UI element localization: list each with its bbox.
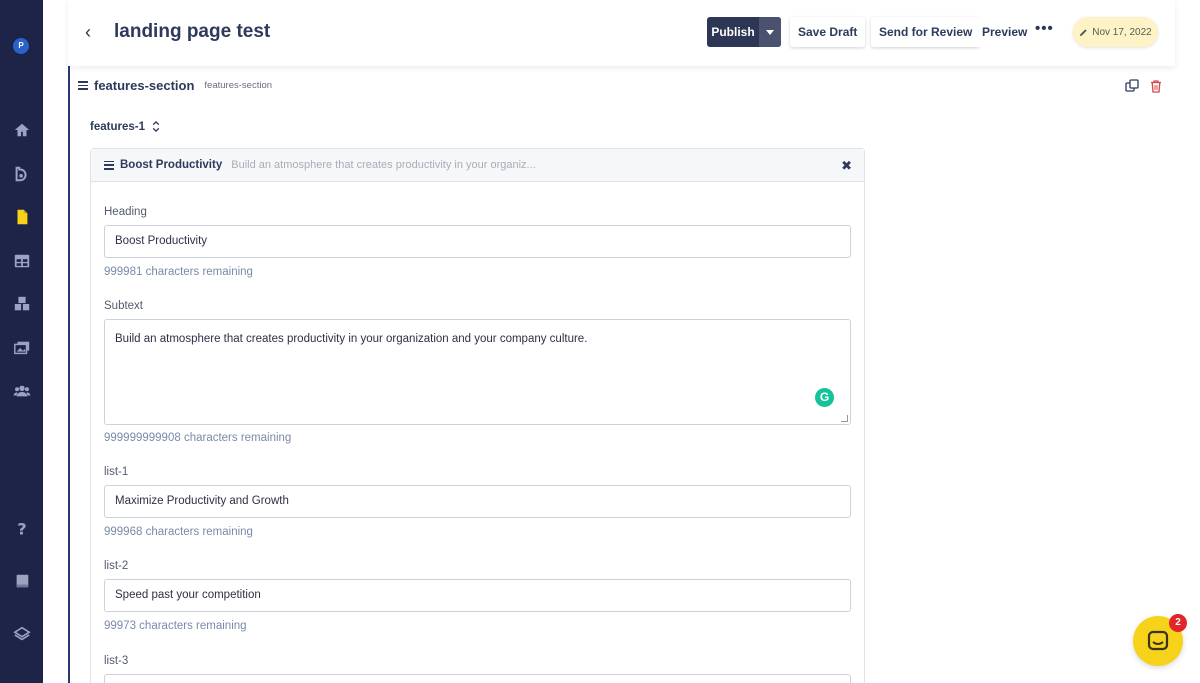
gutter-right	[1175, 0, 1200, 683]
list-2-char-count: 99973 characters remaining	[104, 620, 247, 632]
drag-handle-icon[interactable]	[78, 81, 88, 90]
table-icon[interactable]	[12, 251, 31, 270]
send-for-review-button[interactable]: Send for Review	[871, 17, 981, 47]
publish-dropdown-button[interactable]	[759, 17, 781, 47]
subtext-value: Build an atmosphere that creates product…	[115, 333, 588, 345]
pencil-icon	[1080, 28, 1087, 36]
layers-icon[interactable]	[12, 624, 31, 643]
list-3-input[interactable]	[104, 674, 851, 683]
feature-item-summary: Build an atmosphere that creates product…	[231, 159, 536, 171]
list-3-label: list-3	[104, 655, 129, 667]
drag-handle-icon[interactable]	[104, 160, 114, 170]
media-icon[interactable]	[12, 338, 31, 357]
heading-label: Heading	[104, 206, 147, 218]
components-icon[interactable]	[12, 294, 31, 313]
chevron-updown-icon	[152, 120, 160, 133]
section-type: features-section	[204, 80, 273, 91]
feature-item-card: Boost Productivity Build an atmosphere t…	[90, 148, 865, 683]
editor-main: ‹ landing page test Publish Save Draft S…	[68, 0, 1175, 683]
publish-button[interactable]: Publish	[707, 17, 759, 47]
left-rail: P ?	[0, 0, 43, 683]
heading-input[interactable]: Boost Productivity	[104, 225, 851, 258]
list-2-label: list-2	[104, 560, 129, 572]
section-actions	[1125, 79, 1163, 93]
last-edited-date: Nov 17, 2022	[1092, 26, 1152, 38]
feature-selector[interactable]: features-1	[90, 120, 161, 133]
feature-item-header[interactable]: Boost Productivity Build an atmosphere t…	[91, 149, 864, 182]
list-2-input[interactable]: Speed past your competition	[104, 579, 851, 612]
editor-header: ‹ landing page test Publish Save Draft S…	[68, 0, 1175, 66]
list-1-char-count: 999968 characters remaining	[104, 526, 253, 538]
list-1-label: list-1	[104, 466, 129, 478]
subtext-label: Subtext	[104, 300, 143, 312]
home-icon[interactable]	[12, 120, 31, 139]
delete-icon[interactable]	[1149, 79, 1163, 93]
duplicate-icon[interactable]	[1125, 79, 1139, 93]
page-icon[interactable]	[12, 207, 31, 226]
subtext-textarea[interactable]: Build an atmosphere that creates product…	[104, 319, 851, 425]
last-edited-pill[interactable]: Nov 17, 2022	[1073, 17, 1158, 47]
section-header: features-section features-section	[78, 78, 272, 93]
close-icon[interactable]: ✖	[841, 158, 852, 174]
section-title: features-section	[94, 78, 195, 93]
users-icon[interactable]	[12, 381, 31, 400]
feature-selector-label: features-1	[90, 120, 145, 133]
gutter-left	[43, 0, 68, 683]
blog-icon[interactable]	[12, 164, 31, 183]
workspace-logo[interactable]: P	[13, 38, 29, 54]
chat-notification-badge: 2	[1169, 614, 1187, 632]
page-title: landing page test	[114, 21, 271, 42]
back-button[interactable]: ‹	[80, 22, 96, 42]
caret-down-icon	[766, 29, 774, 35]
chat-icon	[1147, 630, 1169, 651]
feature-item-title: Boost Productivity	[120, 159, 223, 171]
heading-char-count: 999981 characters remaining	[104, 266, 253, 278]
more-options-button[interactable]: •••	[1035, 20, 1054, 37]
book-icon[interactable]	[12, 571, 31, 590]
subtext-char-count: 999999999908 characters remaining	[104, 432, 292, 444]
resize-handle-icon[interactable]	[841, 415, 848, 422]
help-icon[interactable]: ?	[12, 518, 31, 537]
preview-button[interactable]: Preview	[974, 17, 1036, 47]
grammarly-icon[interactable]: G	[815, 388, 834, 407]
section-editor: features-section features-section featur…	[68, 66, 1175, 683]
publish-button-group: Publish	[707, 17, 781, 47]
save-draft-button[interactable]: Save Draft	[790, 17, 866, 47]
svg-text:?: ?	[17, 519, 26, 537]
list-1-input[interactable]: Maximize Productivity and Growth	[104, 485, 851, 518]
